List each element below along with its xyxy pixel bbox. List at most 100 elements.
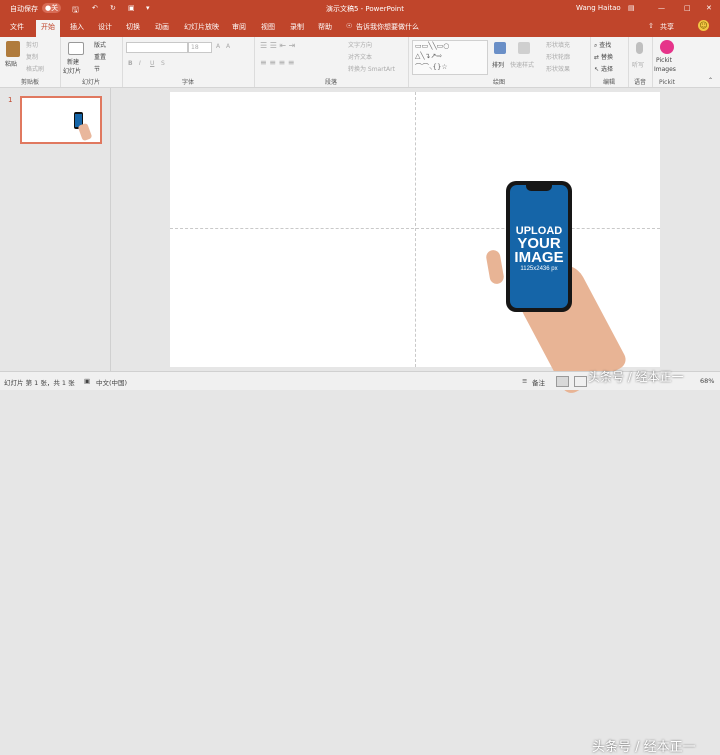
bullets-icon[interactable]: ☰ ☰ ⇤ ⇥ [260,41,295,50]
align-icons[interactable]: ≡ ≡ ≡ ≡ [260,58,294,67]
slide-canvas[interactable]: UPLOAD YOUR IMAGE 1125x2436 px [170,92,660,397]
arrange-button[interactable]: 排列 [492,60,504,69]
pickit-button[interactable]: Pickit [656,57,672,64]
copy-button[interactable]: 复制 [26,52,38,61]
tab-transitions[interactable]: 切换 [126,22,140,32]
pickit-icon[interactable] [660,40,674,54]
phone-screen: UPLOAD YOUR IMAGE 1125x2436 px [510,185,568,308]
minimize-icon[interactable]: — [658,4,665,12]
shapes-gallery[interactable]: ▭▭╲╲▭○ △╲↴↗⇨ ⌒⌒⸜{}☆ [412,40,488,75]
share-button[interactable]: 共享 [660,22,674,32]
tab-home[interactable]: 开始 [36,20,60,37]
editing-group: ⌕ 查找 ⇄ 替换 ↖ 选择 编辑 [590,37,629,87]
cut-button[interactable]: 剪切 [26,40,38,49]
slide-sorter-button[interactable] [574,376,587,387]
quick-styles-button[interactable]: 快速样式 [510,60,534,69]
language-status[interactable]: 中文(中国) [96,377,127,387]
slide-thumbnail[interactable] [20,96,102,144]
grow-font-button[interactable]: A [216,43,220,50]
autosave-label: 自动保存 [10,5,38,13]
bold-button[interactable]: B [128,60,133,67]
underline-button[interactable]: U [150,60,154,67]
tab-file[interactable]: 文件 [10,22,24,32]
redo-icon[interactable]: ↻ [110,4,116,12]
lightbulb-icon: ☉ [346,22,353,30]
tab-animations[interactable]: 动画 [155,22,169,32]
arrange-icon[interactable] [494,42,506,54]
tab-review[interactable]: 审阅 [232,22,246,32]
font-size-box[interactable]: 18 [188,42,212,53]
new-slide-button[interactable]: 新建 [67,57,79,66]
quick-styles-icon[interactable] [518,42,530,54]
ribbon-tabs: 文件 开始 插入 设计 切换 动画 幻灯片放映 审阅 视图 录制 帮助 ☉ 告诉… [0,18,720,37]
tell-me-box[interactable]: 告诉我你想要做什么 [356,22,419,32]
ribbon-options-icon[interactable]: ▤ [628,4,635,12]
phone-notch [526,185,552,191]
new-slide-label2: 幻灯片 [63,68,82,75]
smartart-button[interactable]: 转换为 SmartArt [348,64,395,73]
phone-line3: IMAGE [514,249,564,266]
tab-view[interactable]: 视图 [261,22,275,32]
present-icon[interactable]: ▣ [128,4,135,12]
zoom-level[interactable]: 68% [700,377,714,385]
autosave-toggle[interactable]: ●关 [42,3,62,13]
select-button[interactable]: ↖ 选择 [594,64,613,73]
new-slide-icon[interactable] [68,42,84,55]
tab-record[interactable]: 录制 [290,22,304,32]
spellcheck-icon[interactable]: ▣ [84,377,90,385]
clipboard-group: 粘贴 剪切 复制 格式刷 剪贴板 [0,37,61,87]
voice-label: 语音 [633,79,646,86]
align-text-button[interactable]: 对齐文本 [348,52,372,61]
notes-button[interactable]: 备注 [532,377,545,387]
paste-button[interactable]: 粘贴 [5,59,17,68]
user-name[interactable]: Wang Haitao [576,4,621,12]
thumbnail-hand [77,122,93,142]
shape-fill-button[interactable]: 形状填充 [546,40,570,49]
text-direction-button[interactable]: 文字方向 [348,40,372,49]
paste-icon[interactable] [6,41,20,57]
shadow-button[interactable]: S [161,60,165,67]
normal-view-button[interactable] [556,376,569,387]
maximize-icon[interactable]: □ [684,4,691,12]
reset-button[interactable]: 重置 [94,52,106,61]
slides-label: 幻灯片 [81,79,100,86]
shrink-font-button[interactable]: A [226,43,230,50]
tab-help[interactable]: 帮助 [318,22,332,32]
close-icon[interactable]: ✕ [706,4,712,12]
vertical-guide[interactable] [415,92,416,367]
section-button[interactable]: 节 [94,64,100,73]
shape-effects-button[interactable]: 形状效果 [546,64,570,73]
font-label: 字体 [181,79,194,86]
editing-label: 编辑 [602,79,615,86]
watermark-overlay: 头条号 / 经本正一 [588,370,684,384]
collapse-ribbon-icon[interactable]: ⌃ [708,77,713,84]
voice-group: 听写 语音 [628,37,653,87]
tab-design[interactable]: 设计 [98,22,112,32]
slide-number: 1 [8,96,13,104]
microphone-icon[interactable] [636,42,643,54]
find-button[interactable]: ⌕ 查找 [594,40,611,50]
pickit-label: Pickit [659,79,675,86]
horizontal-guide[interactable] [170,228,660,229]
tab-slideshow[interactable]: 幻灯片放映 [184,22,219,32]
drawing-label: 绘图 [492,79,505,86]
slides-group: 新建 幻灯片 版式 重置 节 幻灯片 [60,37,123,87]
undo-icon[interactable]: ↶ [92,4,98,12]
smiley-icon[interactable]: ☺ [698,20,709,31]
italic-button[interactable]: I [139,60,141,67]
notes-icon[interactable]: ≡ [522,377,527,385]
layout-button[interactable]: 版式 [94,40,106,49]
save-icon[interactable]: 🖫 [72,4,79,18]
replace-button[interactable]: ⇄ 替换 [594,52,613,61]
shape-outline-button[interactable]: 形状轮廓 [546,52,570,61]
customize-qat-icon[interactable]: ▾ [146,4,150,12]
format-painter-button[interactable]: 格式刷 [26,64,44,73]
font-name-box[interactable] [126,42,188,53]
slide-info: 幻灯片 第 1 张，共 1 张 [4,379,75,387]
tab-insert[interactable]: 插入 [70,22,84,32]
share-icon[interactable]: ⇧ [648,22,654,30]
phone-mockup[interactable]: UPLOAD YOUR IMAGE 1125x2436 px [506,181,572,312]
pickit-images-label: Images [654,66,676,73]
paragraph-group: ☰ ☰ ⇤ ⇥ ≡ ≡ ≡ ≡ 文字方向 对齐文本 转换为 SmartArt 段… [254,37,409,87]
dictate-button[interactable]: 听写 [632,60,644,69]
